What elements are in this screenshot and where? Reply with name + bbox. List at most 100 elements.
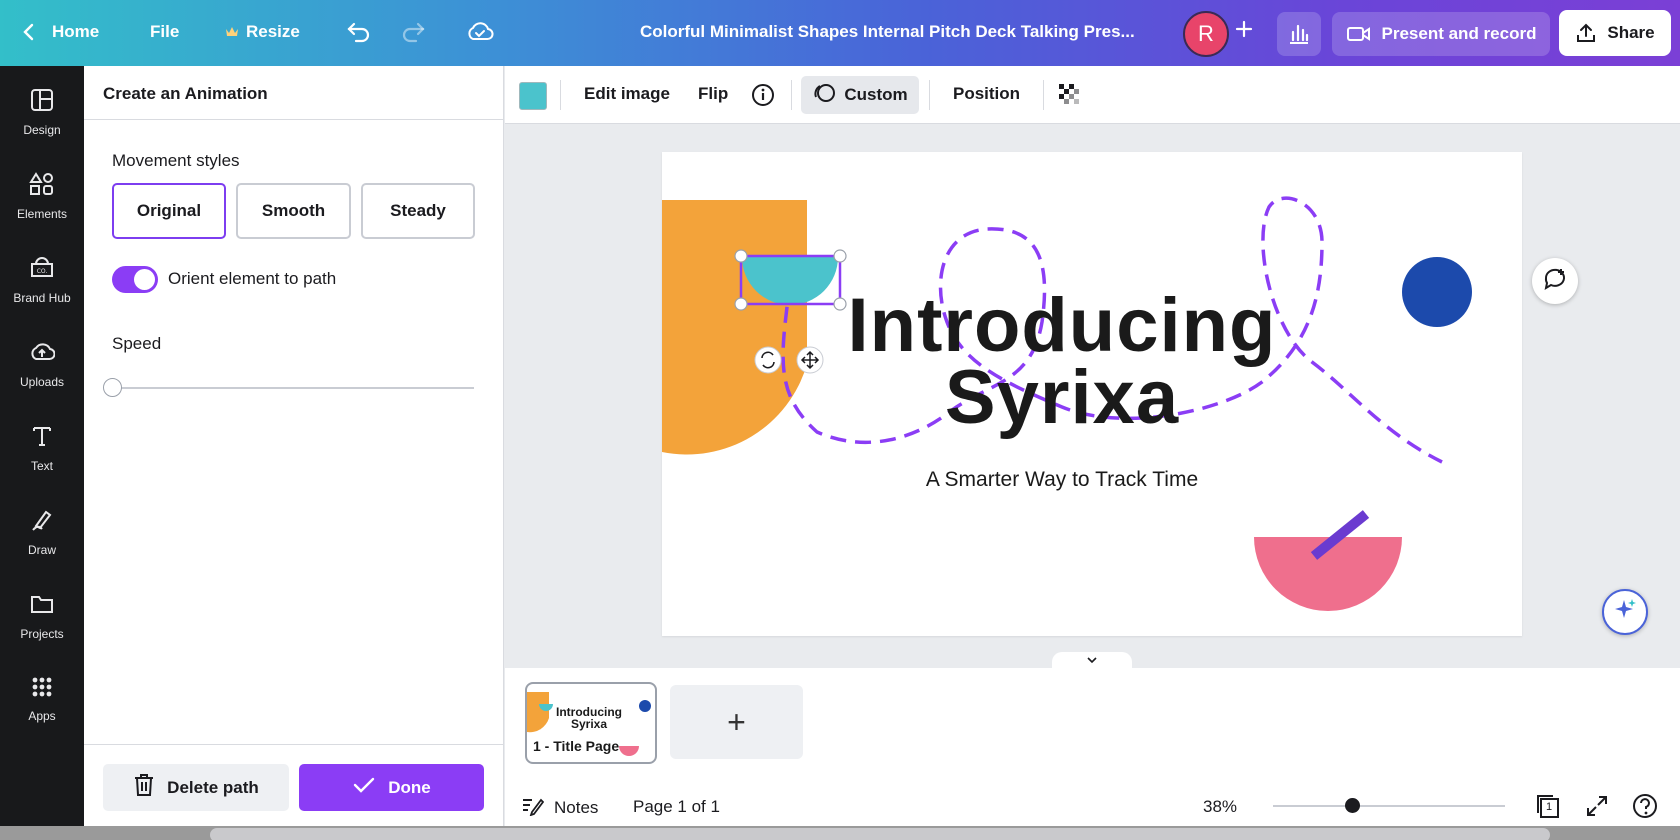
- help-button[interactable]: [1631, 792, 1659, 825]
- zoom-slider-handle[interactable]: [1345, 798, 1360, 813]
- trash-icon: [133, 773, 155, 802]
- upload-share-icon: [1575, 22, 1597, 44]
- divider: [791, 80, 792, 110]
- orient-toggle[interactable]: [112, 266, 158, 293]
- layout-icon: [30, 88, 54, 117]
- move-handle[interactable]: [796, 346, 824, 374]
- crown-icon: [225, 26, 239, 38]
- text-icon: [30, 424, 54, 453]
- cloud-save-button[interactable]: [466, 20, 494, 44]
- present-and-record-button[interactable]: Present and record: [1332, 12, 1550, 56]
- cloud-upload-icon: [29, 340, 56, 369]
- video-camera-icon: [1346, 24, 1372, 44]
- speed-label: Speed: [112, 334, 162, 353]
- rail-label: Apps: [28, 709, 56, 723]
- orange-shape[interactable]: [662, 200, 807, 455]
- file-label: File: [150, 22, 180, 41]
- insights-button[interactable]: [1277, 12, 1321, 56]
- divider: [560, 80, 561, 110]
- done-label: Done: [388, 777, 431, 797]
- blue-circle-shape[interactable]: [1402, 257, 1472, 327]
- style-smooth-button[interactable]: Smooth: [236, 183, 351, 239]
- document-title[interactable]: Colorful Minimalist Shapes Internal Pitc…: [640, 22, 1160, 42]
- rail-label: Projects: [20, 627, 64, 641]
- plus-icon: [1234, 19, 1254, 39]
- rail-item-elements[interactable]: Elements: [0, 172, 84, 242]
- expand-icon: [1585, 796, 1609, 822]
- page-indicator[interactable]: Page 1 of 1: [633, 797, 720, 817]
- resize-button[interactable]: Resize: [225, 22, 300, 42]
- pages-strip: Introducing Syrixa 1 - Title Page +: [505, 668, 1680, 786]
- resize-label: Resize: [246, 22, 300, 41]
- slide-subtitle[interactable]: A Smarter Way to Track Time: [852, 468, 1272, 492]
- file-menu-button[interactable]: File: [150, 22, 179, 42]
- zoom-level[interactable]: 38%: [1203, 797, 1237, 817]
- grid-icon: [31, 676, 53, 703]
- rail-item-projects[interactable]: Projects: [0, 592, 84, 662]
- panel-title: Create an Animation: [103, 84, 268, 103]
- thumbnail-title: Introducing Syrixa: [549, 706, 629, 730]
- slide-title[interactable]: Introducing Syrixa: [822, 288, 1302, 436]
- done-button[interactable]: Done: [299, 764, 484, 811]
- thumbnail-title-line: Syrixa: [570, 717, 608, 731]
- position-button[interactable]: Position: [953, 84, 1020, 104]
- folder-icon: [30, 592, 54, 621]
- os-dock: [210, 828, 1550, 840]
- comment-plus-icon: [1542, 266, 1568, 297]
- avatar[interactable]: R: [1183, 11, 1229, 57]
- rail-item-brand-hub[interactable]: CO. Brand Hub: [0, 256, 84, 326]
- os-taskbar: [0, 826, 1680, 840]
- flip-button[interactable]: Flip: [698, 84, 728, 104]
- style-original-button[interactable]: Original: [112, 183, 226, 239]
- notes-button[interactable]: Notes: [520, 794, 598, 821]
- magic-assistant-button[interactable]: [1602, 589, 1648, 635]
- add-page-button[interactable]: +: [670, 685, 803, 759]
- add-comment-button[interactable]: [1532, 258, 1578, 304]
- rail-item-text[interactable]: Text: [0, 424, 84, 494]
- pen-icon: [30, 508, 54, 537]
- page-count-button[interactable]: 1: [1535, 793, 1561, 819]
- check-icon: [352, 775, 376, 800]
- help-icon: [1631, 794, 1659, 824]
- info-icon[interactable]: [751, 83, 775, 112]
- undo-button[interactable]: [346, 20, 372, 44]
- rail-item-draw[interactable]: Draw: [0, 508, 84, 578]
- add-collaborator-button[interactable]: [1234, 19, 1254, 39]
- rail-item-uploads[interactable]: Uploads: [0, 340, 84, 410]
- slide-canvas[interactable]: Introducing Syrixa A Smarter Way to Trac…: [662, 152, 1522, 636]
- sparkle-icon: [1612, 597, 1638, 628]
- notes-icon: [520, 794, 545, 821]
- page-label: 1 - Title Page: [533, 738, 620, 754]
- home-button[interactable]: Home: [22, 22, 99, 42]
- top-bar: Home File Resize Colorful Minimalist Sha…: [0, 0, 1680, 66]
- delete-path-button[interactable]: Delete path: [103, 764, 289, 811]
- cloud-check-icon: [466, 20, 494, 44]
- rotate-handle[interactable]: [754, 346, 782, 374]
- orient-label: Orient element to path: [168, 269, 337, 288]
- share-button[interactable]: Share: [1559, 10, 1671, 56]
- zoom-slider-track[interactable]: [1273, 805, 1505, 807]
- color-swatch[interactable]: [519, 82, 547, 110]
- speed-slider-track[interactable]: [112, 387, 474, 389]
- collapse-pages-button[interactable]: [1052, 652, 1132, 668]
- context-toolbar: Edit image Flip Custom Position: [505, 66, 1680, 124]
- rail-item-design[interactable]: Design: [0, 88, 84, 158]
- divider: [929, 80, 930, 110]
- chevron-left-icon: [22, 22, 36, 42]
- edit-image-button[interactable]: Edit image: [584, 84, 670, 104]
- speed-slider-handle[interactable]: [103, 378, 122, 397]
- style-steady-button[interactable]: Steady: [361, 183, 475, 239]
- delete-path-label: Delete path: [167, 777, 259, 797]
- rail-label: Design: [23, 123, 61, 137]
- transparency-icon[interactable]: [1057, 82, 1083, 113]
- page-thumbnail[interactable]: Introducing Syrixa 1 - Title Page: [525, 682, 657, 764]
- redo-button[interactable]: [400, 20, 426, 44]
- fullscreen-button[interactable]: [1585, 794, 1609, 823]
- animation-custom-button[interactable]: Custom: [801, 76, 919, 114]
- left-rail: Design Elements CO. Brand Hub Uploads Te…: [0, 66, 84, 840]
- chevron-down-icon: [1086, 651, 1098, 669]
- brand-icon: CO.: [29, 256, 55, 285]
- rail-label: Uploads: [19, 375, 65, 389]
- rail-item-apps[interactable]: Apps: [0, 676, 84, 746]
- bar-chart-icon: [1287, 23, 1311, 45]
